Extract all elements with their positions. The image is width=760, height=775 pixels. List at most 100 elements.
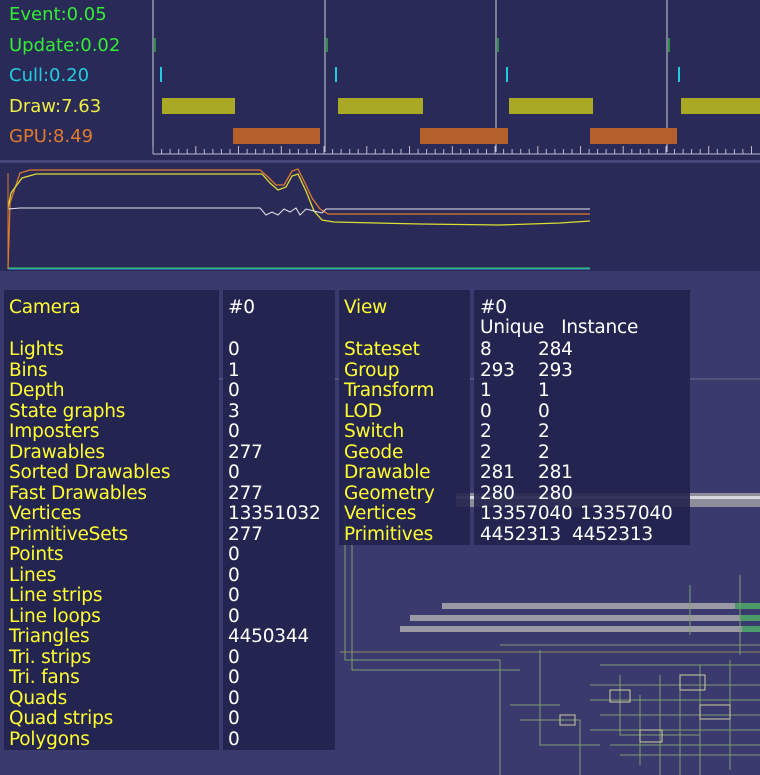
view-header-value: #0 [480,297,507,318]
camera-stat-label: State graphs [9,400,126,422]
cull-tick [335,67,337,82]
camera-stat-label: Imposters [9,421,100,442]
view-stat-instance: 280 [538,482,573,504]
view-stat-label: Transform [344,380,435,401]
camera-stat-label: Quads [9,687,68,709]
view-stat-label: Stateset [344,339,420,360]
camera-stat-label: PrimitiveSets [9,523,128,545]
camera-stat-label: Bins [9,359,48,381]
view-stat-unique: 293 [480,359,515,381]
camera-stat-value: 0 [228,462,240,483]
draw-history-line [7,173,591,226]
view-stat-label: Drawable [344,462,431,483]
camera-stat-value: 277 [228,482,263,504]
camera-stat-label: Tri. strips [9,646,91,668]
camera-stat-label: Depth [9,380,65,401]
camera-stat-label: Line loops [9,605,101,627]
camera-stat-label: Points [9,544,64,565]
camera-stat-value: 0 [228,687,240,709]
camera-stat-value: 0 [228,728,240,750]
view-stat-unique: 4452313 [480,523,561,545]
frame-timing-panel: Event:0.05 Update:0.02 Cull:0.20 Draw:7.… [0,0,760,160]
view-stat-instance: 293 [538,359,573,381]
draw-bar [681,98,760,114]
view-stat-label: Primitives [344,523,434,545]
camera-stat-value: 1 [228,359,240,381]
view-stat-label: Group [344,359,400,381]
camera-stat-value: 3 [228,400,240,422]
view-stat-instance: 2 [538,421,550,442]
camera-stat-label: Lines [9,564,57,586]
camera-stat-value: 0 [228,585,240,606]
camera-stat-value: 277 [228,441,263,463]
view-stat-label: Geometry [344,482,435,504]
camera-stat-value: 277 [228,523,263,545]
view-stat-unique: 13357040 [480,503,573,524]
cull-tick [160,67,162,82]
camera-stat-label: Fast Drawables [9,482,147,504]
scene-viewport: Camera #0 Lights 0 Bins 1 Depth 0 State graphs 3 I… [0,275,760,775]
camera-header-label: Camera [9,297,81,318]
frame-timeline [152,0,760,155]
gpu-bar [590,128,677,144]
camera-stat-value: 0 [228,667,240,688]
view-stat-instance: 284 [538,339,573,360]
history-graph-svg [0,168,760,275]
view-stat-instance: 1 [538,380,550,401]
camera-stat-value: 0 [228,421,240,442]
camera-stat-label: Triangles [9,626,90,647]
camera-stat-value: 0 [228,708,240,729]
camera-header-value: #0 [228,297,255,318]
camera-stat-label: Polygons [9,728,90,750]
camera-stat-value: 0 [228,605,240,627]
camera-stat-value: 0 [228,544,240,565]
cull-tick [678,67,680,82]
view-stat-unique: 281 [480,462,515,483]
view-stat-label: Geode [344,441,404,463]
draw-bar [509,98,593,114]
view-stat-unique: 8 [480,339,492,360]
draw-bar [338,98,423,114]
pipe [400,626,745,632]
camera-stat-label: Quad strips [9,708,114,729]
camera-stat-value: 0 [228,564,240,586]
camera-stat-value: 0 [228,646,240,668]
view-header-label: View [344,297,388,318]
view-stat-label: LOD [344,400,382,422]
view-stat-instance: 13357040 [580,503,673,524]
piping-network [344,515,760,775]
gpu-bar [420,128,508,144]
timeline-ruler-ticks [152,146,752,154]
gpu-history-line [7,168,590,270]
camera-stat-label: Drawables [9,441,105,463]
view-subheader: Unique Instance [480,317,639,338]
view-stat-unique: 0 [480,400,492,422]
view-stat-instance: 2 [538,441,550,463]
camera-stat-label: Sorted Drawables [9,462,171,483]
frame-history-graph [0,163,760,275]
pipe-end [735,603,760,609]
view-stat-unique: 1 [480,380,492,401]
camera-stat-label: Tri. fans [9,667,80,688]
camera-stat-value: 0 [228,380,240,401]
view-stat-instance: 0 [538,400,550,422]
pipe [442,603,742,609]
camera-stat-value: 4450344 [228,626,309,647]
pipe-end [740,615,760,621]
cull-tick [506,67,508,82]
view-stat-instance: 4452313 [572,523,653,545]
view-stat-unique: 280 [480,482,515,504]
view-stat-instance: 281 [538,462,573,483]
camera-stat-label: Line strips [9,585,103,606]
camera-stat-value: 0 [228,339,240,360]
pipe [410,615,745,621]
view-stat-label: Switch [344,421,404,442]
camera-stat-label: Vertices [9,503,82,524]
view-stat-unique: 2 [480,441,492,463]
draw-bar [162,98,235,114]
pipe-end [742,626,760,632]
gpu-bar [233,128,320,144]
camera-stat-label: Lights [9,339,64,360]
view-stat-label: Vertices [344,503,417,524]
view-stat-unique: 2 [480,421,492,442]
